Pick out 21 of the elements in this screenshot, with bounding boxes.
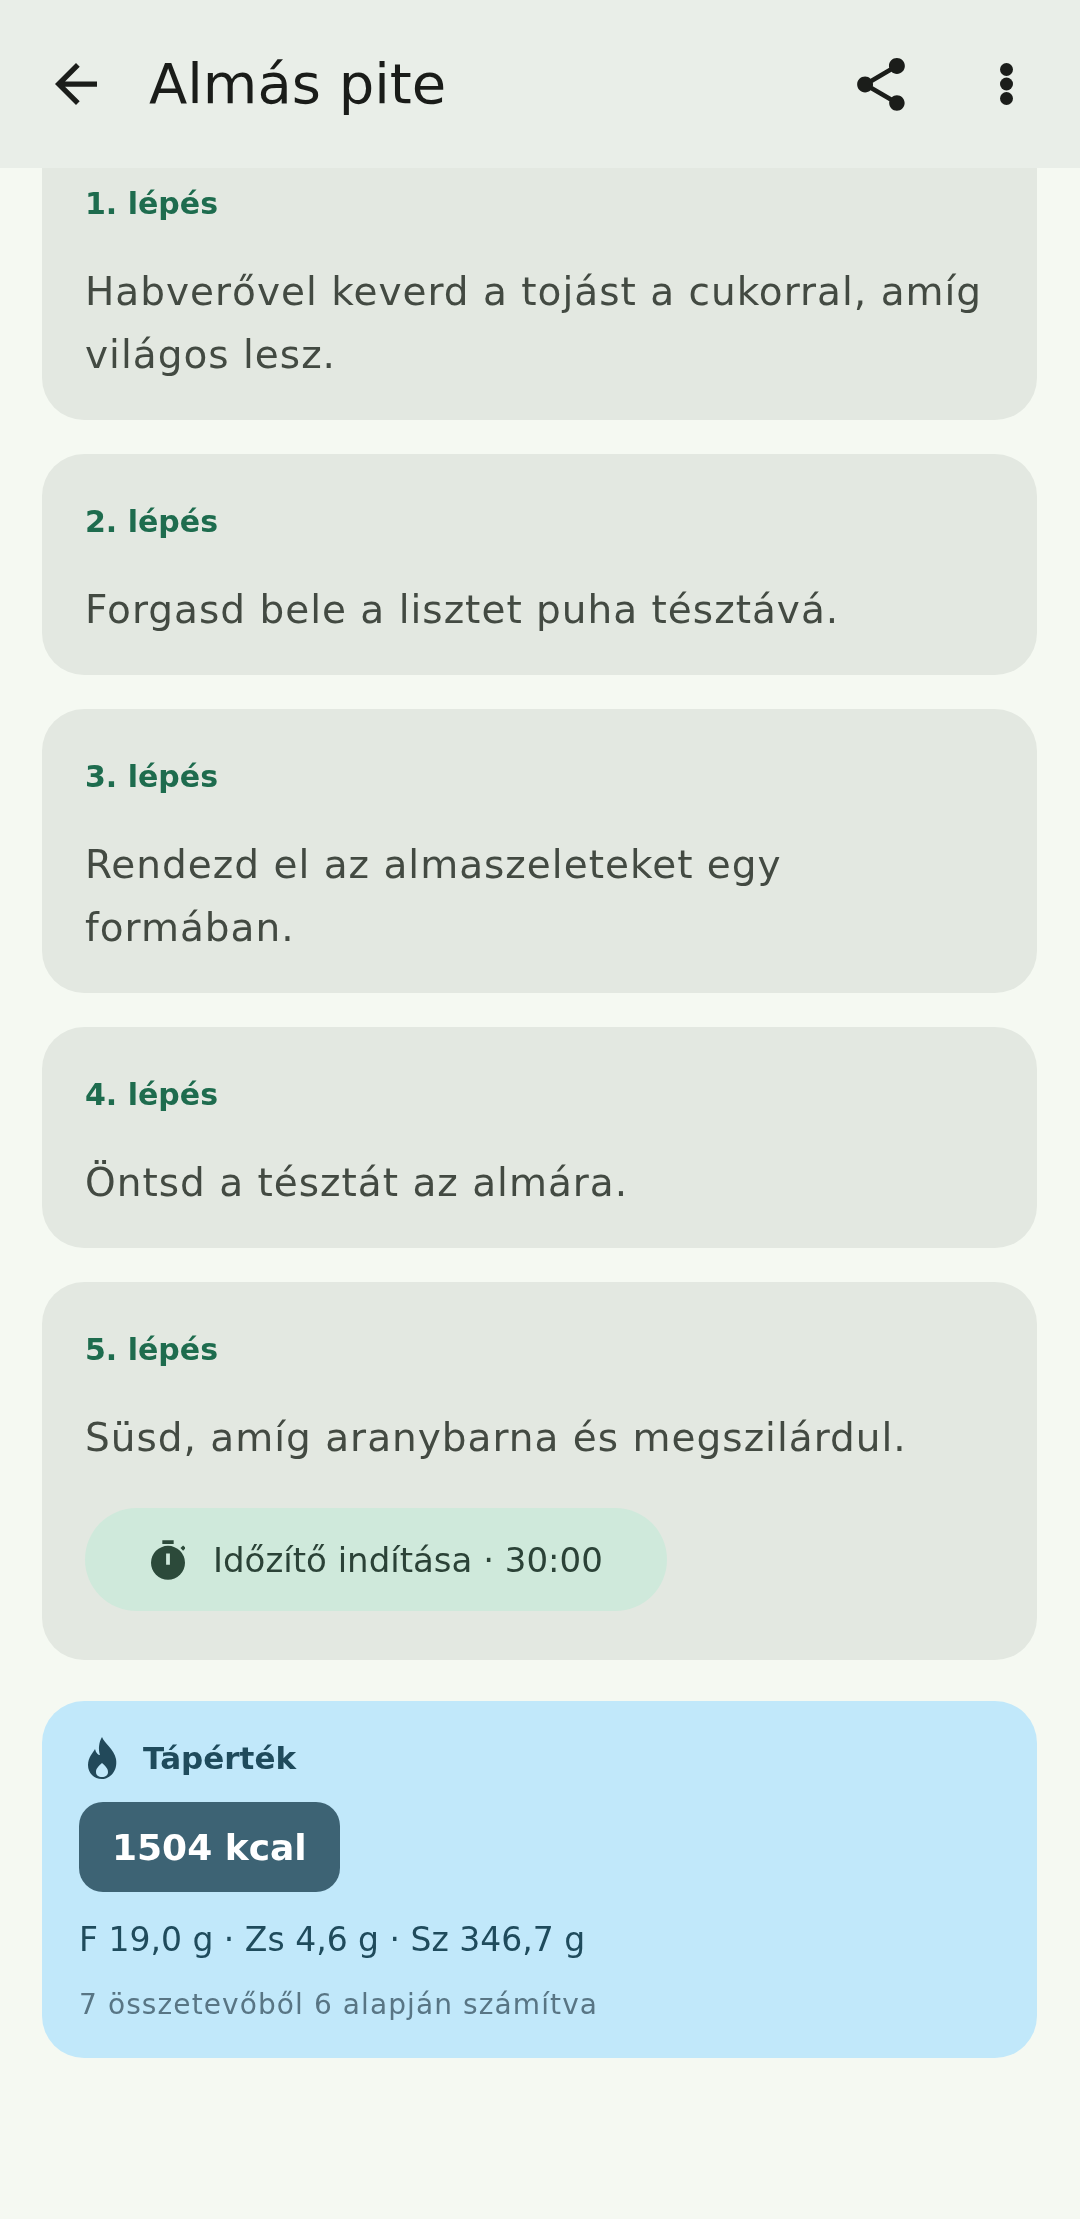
share-icon — [856, 57, 905, 111]
step-text: Süsd, amíg aranybarna és megszilárdul. — [85, 1414, 907, 1462]
step-text: Habverővel keverd a tojást a cukorral, amíg világos lesz. — [85, 268, 984, 379]
flame-icon — [86, 1737, 118, 1779]
calorie-badge: 1504 kcal — [79, 1802, 340, 1892]
step-text: Forgasd bele a lisztet puha tésztává. — [85, 586, 840, 634]
step-text: Öntsd a tésztát az almára. — [85, 1159, 629, 1207]
step-label: 2. lépés — [85, 503, 219, 541]
arrow-left-icon — [54, 63, 97, 105]
stopwatch-icon — [151, 1539, 185, 1580]
macros-text: F 19,0 g · Zs 4,6 g · Sz 346,7 g — [79, 1919, 586, 1961]
screen-title: Almás pite — [149, 50, 447, 118]
more-icon — [1000, 63, 1013, 105]
timer-button[interactable]: Időzítő indítása · 30:00 — [85, 1508, 667, 1611]
source-note: 7 összetevőből 6 alapján számítva — [79, 1987, 599, 2023]
step-label: 3. lépés — [85, 758, 219, 796]
step-text: Rendezd el az almaszeleteket egy formában. — [85, 841, 783, 952]
step-label: 5. lépés — [85, 1331, 219, 1369]
step-label: 4. lépés — [85, 1076, 219, 1114]
step-label: 1. lépés — [85, 185, 219, 223]
nutrition-title: Tápérték — [143, 1739, 297, 1778]
